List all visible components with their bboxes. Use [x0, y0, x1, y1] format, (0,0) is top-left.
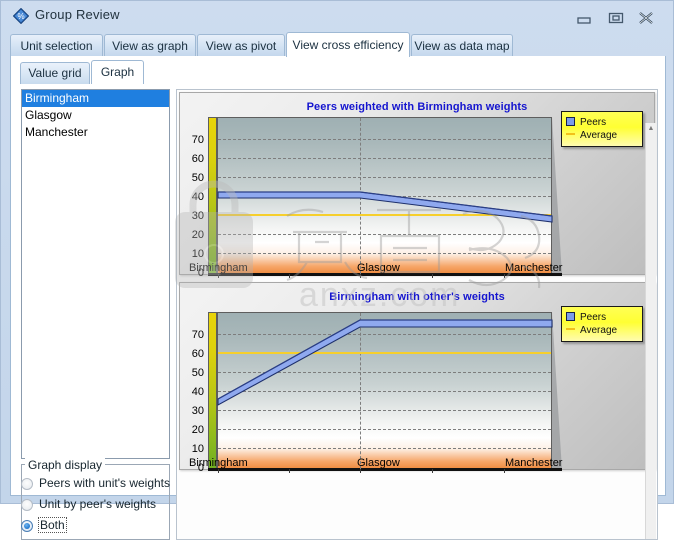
list-item[interactable]: Glasgow — [22, 107, 169, 124]
radio-icon[interactable] — [21, 499, 33, 511]
tab-unit-selection[interactable]: Unit selection — [10, 34, 103, 57]
list-item-label: Manchester — [25, 125, 88, 139]
unit-list[interactable]: Birmingham Glasgow Manchester — [21, 89, 170, 459]
tab-label: View as data map — [414, 39, 510, 53]
radio-label: Peers with unit's weights — [39, 476, 171, 490]
maximize-icon[interactable] — [605, 11, 627, 25]
x-tick — [218, 274, 219, 278]
tab-graph[interactable]: Graph — [91, 60, 144, 84]
scroll-up-icon[interactable]: ▲ — [646, 123, 656, 134]
graph-scroll-area: Peers weighted with Birmingham weights 7… — [176, 89, 658, 540]
graph-display-title: Graph display — [25, 458, 106, 472]
x-tick — [432, 469, 433, 473]
radio-label: Both — [38, 517, 67, 533]
x-axis-label: Glasgow — [357, 262, 400, 274]
tab-view-cross-efficiency[interactable]: View cross efficiency — [286, 32, 410, 57]
legend-label: Peers — [580, 312, 607, 323]
legend-entry-peers: Peers — [566, 116, 636, 129]
tab-label: View as graph — [112, 39, 188, 53]
chart-legend: Peers Average — [561, 111, 643, 147]
x-axis-label: Manchester — [505, 457, 563, 469]
x-tick — [432, 274, 433, 278]
x-axis-label: Birmingham — [189, 262, 248, 274]
x-tick — [504, 469, 505, 473]
legend-swatch-peers-icon — [566, 117, 575, 126]
main-tab-strip: Unit selection View as graph View as piv… — [10, 32, 666, 57]
list-item[interactable]: Manchester — [22, 124, 169, 141]
legend-label: Average — [580, 130, 618, 141]
x-axis-label: Manchester — [505, 262, 563, 274]
tab-view-as-data-map[interactable]: View as data map — [411, 34, 513, 57]
legend-entry-peers: Peers — [566, 311, 636, 324]
tab-view-as-graph[interactable]: View as graph — [104, 34, 196, 57]
legend-label: Average — [580, 325, 618, 336]
chart-legend: Peers Average — [561, 306, 643, 342]
legend-entry-average: Average — [566, 324, 636, 337]
list-item-label: Birmingham — [25, 91, 90, 105]
radio-icon[interactable] — [21, 478, 33, 490]
x-tick — [504, 274, 505, 278]
legend-entry-average: Average — [566, 129, 636, 142]
tab-label: Value grid — [28, 66, 82, 80]
list-item-label: Glasgow — [25, 108, 72, 122]
chart-panel-peers-weighted: Peers weighted with Birmingham weights 7… — [179, 92, 655, 279]
tab-label: Unit selection — [20, 39, 93, 53]
percent-diamond-icon: % — [12, 7, 30, 25]
radio-icon[interactable] — [21, 520, 33, 532]
minimize-icon[interactable] — [573, 11, 595, 25]
x-tick — [360, 469, 361, 473]
tab-value-grid[interactable]: Value grid — [20, 62, 90, 84]
radio-label: Unit by peer's weights — [39, 497, 157, 511]
list-item[interactable]: Birmingham — [22, 90, 169, 107]
tab-view-as-pivot[interactable]: View as pivot — [197, 34, 285, 57]
legend-swatch-average-icon — [566, 133, 575, 135]
tab-label: Graph — [100, 65, 135, 79]
tab-label: View cross efficiency — [292, 38, 404, 52]
graph-vertical-scrollbar[interactable]: ▲ ▼ — [645, 123, 656, 539]
close-icon[interactable] — [635, 11, 657, 25]
window-title: Group Review — [35, 7, 120, 22]
legend-swatch-average-icon — [566, 328, 575, 330]
svg-text:%: % — [17, 12, 24, 21]
x-tick — [218, 469, 219, 473]
legend-label: Peers — [580, 117, 607, 128]
title-bar[interactable]: % Group Review — [1, 1, 674, 31]
tab-content-panel: Value grid Graph Birmingham Glasgow Manc… — [10, 56, 666, 540]
legend-swatch-peers-icon — [566, 312, 575, 321]
tab-label: View as pivot — [205, 39, 277, 53]
app-window: % Group Review Unit selection View as gr… — [0, 0, 674, 540]
chart-panel-birmingham-other-weights: Birmingham with other's weights 70 60 50… — [179, 282, 655, 474]
x-axis-label: Birmingham — [189, 457, 248, 469]
x-tick — [360, 274, 361, 278]
x-tick — [289, 469, 290, 473]
x-tick — [289, 274, 290, 278]
x-axis-label: Glasgow — [357, 457, 400, 469]
